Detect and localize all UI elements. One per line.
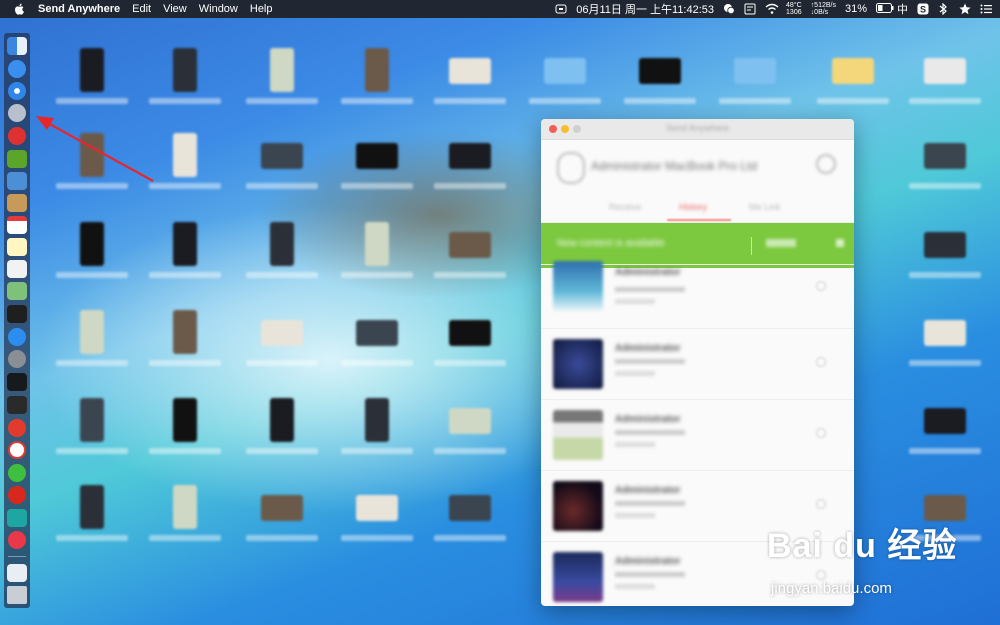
watermark-logo-text: Bai du 经验 (767, 527, 958, 565)
baidu-watermark: Bai du 经验 jingyan.baidu.com (767, 518, 958, 597)
watermark-url: jingyan.baidu.com (771, 580, 892, 597)
